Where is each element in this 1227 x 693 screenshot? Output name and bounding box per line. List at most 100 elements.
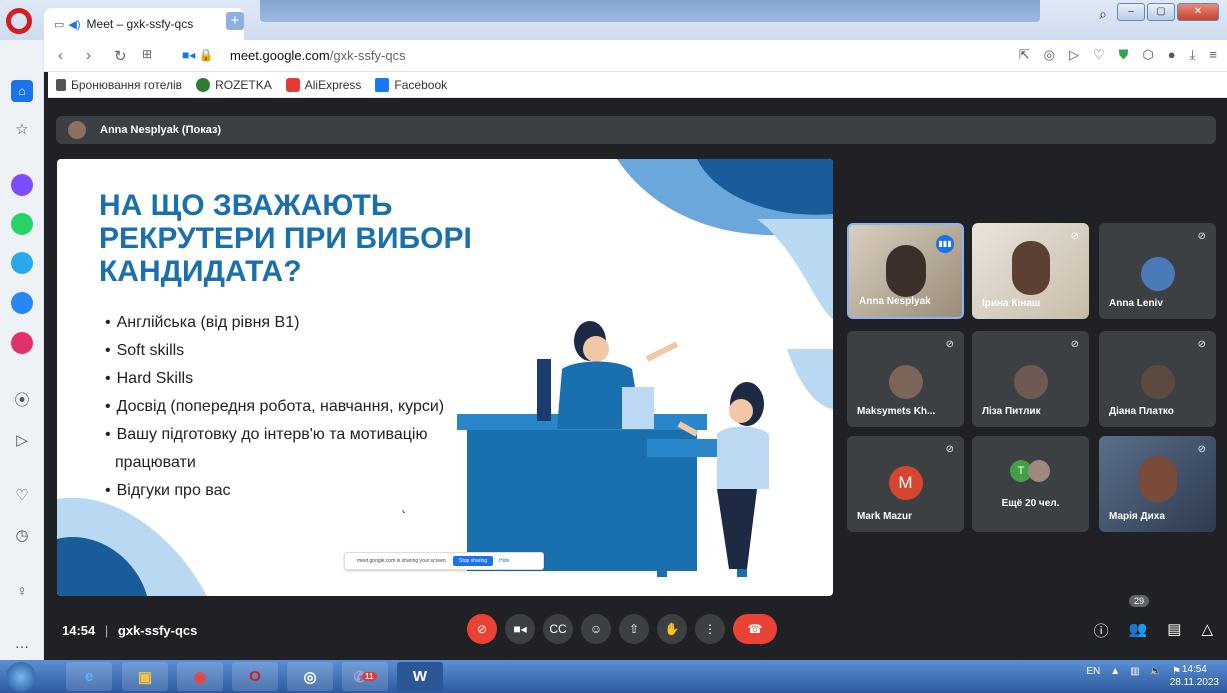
aliexpress-icon bbox=[285, 77, 300, 92]
player-icon[interactable]: ⦿ bbox=[11, 388, 33, 410]
minimize-button[interactable]: – bbox=[1117, 3, 1145, 21]
presenter-label: Anna Nesplyak (Показ) bbox=[100, 124, 222, 136]
more-participants-tile[interactable]: T Ещё 20 чел. bbox=[972, 436, 1089, 532]
telegram-icon[interactable] bbox=[11, 252, 33, 274]
language-indicator[interactable]: EN bbox=[1086, 666, 1100, 677]
flow-icon[interactable]: ▷ bbox=[11, 429, 33, 451]
send-icon[interactable]: ▷ bbox=[1069, 47, 1079, 63]
avatar bbox=[888, 365, 923, 399]
shared-screen: НА ЩО ЗВАЖАЮТЬ РЕКРУТЕРИ ПРИ ВИБОРІ КАНД… bbox=[57, 159, 833, 596]
hide-button[interactable]: Hide bbox=[499, 558, 509, 564]
stop-sharing-button[interactable]: Stop sharing bbox=[453, 556, 494, 566]
download-icon[interactable]: ⤓ bbox=[1190, 47, 1196, 63]
heart-icon[interactable]: ♡ bbox=[1093, 47, 1105, 63]
video-feed bbox=[1011, 241, 1050, 295]
word-icon[interactable]: W bbox=[397, 662, 443, 691]
home-icon[interactable]: ⌂ bbox=[11, 80, 33, 102]
bookmark-facebook[interactable]: Facebook bbox=[375, 77, 448, 92]
end-call-button[interactable]: ☎ bbox=[733, 614, 777, 644]
more-icon[interactable]: … bbox=[11, 632, 33, 654]
tab-meet[interactable]: ▭ ◀) Meet – gxk-ssfy-qcs ✕ bbox=[44, 8, 244, 40]
tabs-grid-icon[interactable]: ⊞ bbox=[142, 47, 152, 61]
adblock-shield-icon[interactable]: ⛊ bbox=[1119, 47, 1129, 63]
ie-icon[interactable]: e bbox=[66, 662, 112, 691]
participant-tile[interactable]: ⊘ Maksymets Kh... bbox=[847, 331, 964, 427]
participant-tile[interactable]: ⊘ Марія Диха bbox=[1099, 436, 1216, 532]
presenter-bar: Anna Nesplyak (Показ) bbox=[56, 116, 1216, 144]
participant-tile[interactable]: ⊘ Ірина Кінаш bbox=[972, 223, 1089, 319]
profile-icon[interactable]: ● bbox=[1168, 47, 1176, 63]
whatsapp-icon[interactable] bbox=[11, 213, 33, 235]
tray-expand-icon[interactable]: ▲ bbox=[1110, 666, 1120, 677]
viber-icon[interactable]: ✆ 11 bbox=[342, 662, 388, 691]
camera-lock-icon[interactable]: ■◂ 🔒 bbox=[182, 48, 214, 62]
participant-name: Anna Leniv bbox=[1109, 298, 1163, 309]
back-icon[interactable]: ‹ bbox=[58, 47, 63, 64]
vk-icon[interactable] bbox=[11, 292, 33, 314]
participant-name: Ліза Питлик bbox=[982, 406, 1041, 417]
avatar bbox=[1013, 365, 1048, 399]
participant-tile[interactable]: M ⊘ Mark Mazur bbox=[847, 436, 964, 532]
avatar-stack: T bbox=[1010, 460, 1050, 482]
start-button[interactable] bbox=[6, 662, 36, 692]
instagram-icon[interactable] bbox=[11, 332, 33, 354]
activities-icon[interactable]: △ bbox=[1201, 620, 1213, 641]
bookmark-label: Бронювання готелів bbox=[71, 77, 183, 92]
history-icon[interactable]: ◷ bbox=[11, 524, 33, 546]
participant-name: Ірина Кінаш bbox=[982, 298, 1041, 309]
maximize-button[interactable]: ▢ bbox=[1147, 3, 1175, 21]
mic-off-icon: ⊘ bbox=[1197, 339, 1206, 350]
present-button[interactable]: ⇧ bbox=[619, 614, 649, 644]
close-window-button[interactable]: ✕ bbox=[1177, 3, 1219, 21]
mic-off-button[interactable]: ⊘ bbox=[467, 614, 497, 644]
volume-icon[interactable]: 🔈 bbox=[1150, 666, 1162, 677]
chat-icon[interactable]: ▤ bbox=[1167, 620, 1181, 641]
messenger-icon[interactable] bbox=[11, 174, 33, 196]
opera-logo-icon[interactable] bbox=[6, 8, 32, 34]
bookmark-label: Facebook bbox=[394, 77, 448, 92]
chrome-icon[interactable]: ◉ bbox=[177, 662, 223, 691]
participant-name: Діана Платко bbox=[1109, 406, 1174, 417]
reload-icon[interactable]: ↻ bbox=[114, 47, 127, 65]
more-options-button[interactable]: ⋮ bbox=[695, 614, 725, 644]
tips-icon[interactable]: ♀ bbox=[11, 580, 33, 602]
extension-icon[interactable]: ⬡ bbox=[1142, 47, 1153, 63]
forward-icon[interactable]: › bbox=[86, 47, 91, 64]
share-icon[interactable]: ⇱ bbox=[1019, 47, 1030, 63]
opera-icon[interactable]: O bbox=[232, 662, 278, 691]
participant-tile[interactable]: ⊘ Діана Платко bbox=[1099, 331, 1216, 427]
easy-setup-icon[interactable]: ≡ bbox=[1209, 47, 1217, 63]
bookmark-hotels[interactable]: Бронювання готелів bbox=[56, 78, 182, 92]
clock[interactable]: 14:54 28.11.2023 bbox=[1170, 663, 1219, 689]
participant-name: Maksymets Kh... bbox=[857, 406, 936, 417]
bookmark-aliexpress[interactable]: AliExpress bbox=[285, 77, 361, 92]
participant-tile[interactable]: ⊘ Ліза Питлик bbox=[972, 331, 1089, 427]
info-icon[interactable]: ⓘ bbox=[1094, 620, 1109, 641]
audio-playing-icon[interactable]: ◀) bbox=[68, 18, 80, 31]
url-field[interactable]: meet.google.com/gxk-ssfy-qcs bbox=[230, 48, 406, 63]
participant-tile[interactable]: ▮▮▮ Anna Nesplyak bbox=[847, 223, 964, 319]
bookmarks-bar: Бронювання готелів ROZETKA AliExpress Fa… bbox=[48, 72, 1227, 98]
explorer-icon[interactable]: ▣ bbox=[122, 662, 168, 691]
search-icon[interactable]: ⌕ bbox=[1099, 6, 1107, 23]
new-tab-button[interactable]: + bbox=[226, 12, 244, 30]
emoji-button[interactable]: ☺ bbox=[581, 614, 611, 644]
tab-windows-icon: ▭ bbox=[54, 18, 65, 31]
more-participants-label: Ещё 20 чел. bbox=[1001, 498, 1060, 509]
network-icon[interactable]: ▥ bbox=[1130, 666, 1139, 677]
opera-sidebar: ⌂ ☆ ⦿ ▷ ♡ ◷ ♀ … bbox=[0, 40, 44, 660]
people-icon[interactable]: 👥 bbox=[1129, 620, 1148, 641]
eye-app-icon[interactable]: ◎ bbox=[287, 662, 333, 691]
star-icon[interactable]: ☆ bbox=[11, 118, 33, 140]
snapshot-icon[interactable]: ◎ bbox=[1044, 47, 1055, 63]
speaking-indicator-icon: ▮▮▮ bbox=[936, 235, 954, 253]
side-controls: ⓘ 👥 ▤ △ bbox=[1094, 620, 1213, 641]
favorites-heart-icon[interactable]: ♡ bbox=[11, 484, 33, 506]
participant-tile[interactable]: ⊘ Anna Leniv bbox=[1099, 223, 1216, 319]
bookmark-rozetka[interactable]: ROZETKA bbox=[196, 77, 272, 92]
video-feed bbox=[1138, 456, 1177, 502]
clock-time: 14:54 bbox=[1181, 664, 1207, 675]
captions-button[interactable]: CC bbox=[543, 614, 573, 644]
camera-button[interactable]: ■◂ bbox=[505, 614, 535, 644]
raise-hand-button[interactable]: ✋ bbox=[657, 614, 687, 644]
